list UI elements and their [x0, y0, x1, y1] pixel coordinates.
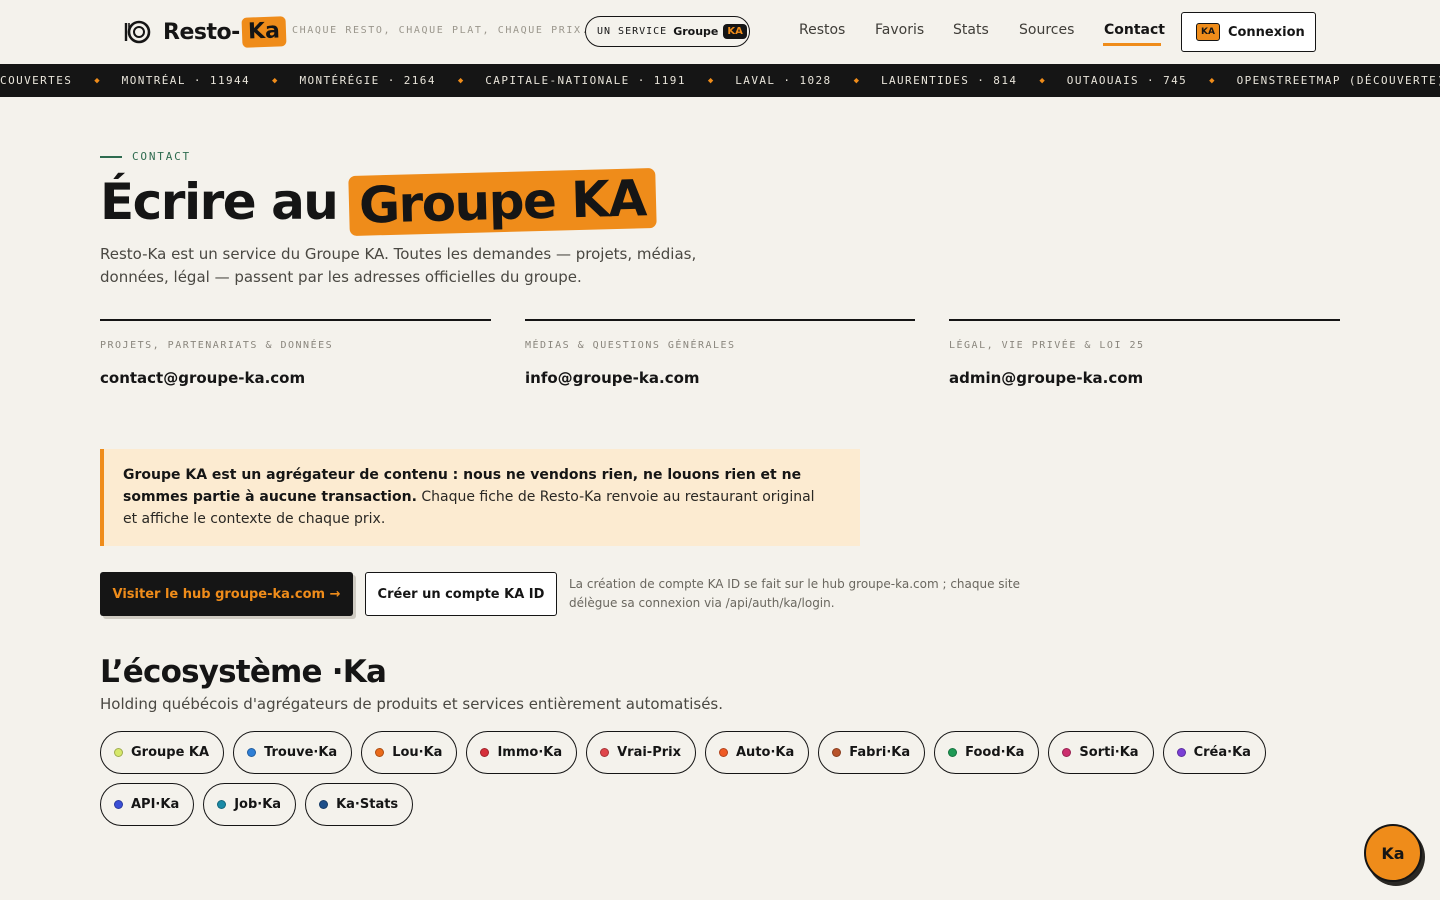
- chip-label: Auto·Ka: [736, 745, 795, 760]
- ecosystem-chip[interactable]: Ka·Stats: [305, 783, 414, 826]
- ecosystem-chip[interactable]: Trouve·Ka: [233, 731, 353, 774]
- service-pill[interactable]: UN SERVICE Groupe KA: [585, 16, 750, 47]
- diamond-icon: ◆: [853, 75, 859, 86]
- ticker-item: LAURENTIDES · 814: [880, 74, 1018, 87]
- status-dot-icon: [948, 748, 958, 757]
- chip-label: Groupe KA: [131, 745, 210, 760]
- email-label: MÉDIAS & QUESTIONS GÉNÉRALES: [525, 340, 736, 351]
- nav-active-indicator: [1103, 43, 1161, 46]
- site-logo[interactable]: Resto- Ka: [124, 16, 287, 48]
- ecosystem-chip[interactable]: Immo·Ka: [466, 731, 578, 774]
- intro-text: Resto-Ka est un service du Groupe KA. To…: [100, 245, 697, 286]
- email-card-projects: PROJETS, PARTENARIATS & DONNÉES contact@…: [100, 319, 491, 387]
- create-ka-id-button[interactable]: Créer un compte KA ID: [365, 572, 557, 616]
- email-card-media: MÉDIAS & QUESTIONS GÉNÉRALES info@groupe…: [525, 319, 915, 387]
- visit-hub-button[interactable]: Visiter le hub groupe-ka.com →: [100, 572, 353, 616]
- status-dot-icon: [1062, 748, 1072, 757]
- plate-icon: [124, 20, 151, 44]
- chip-label: Food·Ka: [965, 745, 1025, 760]
- chip-label: Fabri·Ka: [849, 745, 911, 760]
- ecosystem-chip[interactable]: Créa·Ka: [1162, 731, 1266, 774]
- chip-label: Créa·Ka: [1193, 745, 1251, 760]
- email-link[interactable]: admin@groupe-ka.com: [949, 369, 1340, 387]
- ecosystem-chips: Groupe KA Trouve·Ka Lou·Ka Immo·Ka Vrai-Prix…: [100, 731, 1280, 826]
- ecosystem-chip[interactable]: Sorti·Ka: [1048, 731, 1154, 774]
- login-badge: KA: [1196, 23, 1220, 41]
- diamond-icon: ◆: [457, 75, 464, 86]
- chip-label: Sorti·Ka: [1079, 745, 1139, 760]
- login-button[interactable]: KA Connexion: [1181, 12, 1316, 52]
- status-dot-icon: [1176, 748, 1186, 757]
- nav-sources[interactable]: Sources: [1019, 22, 1074, 38]
- ticker-item: MONTRÉAL · 11944: [121, 74, 251, 87]
- ecosystem-chip[interactable]: Job·Ka: [203, 783, 297, 826]
- ka-assistant-button[interactable]: Ka: [1364, 824, 1422, 882]
- logo-badge: Ka: [241, 16, 287, 48]
- title-plain: Écrire au: [100, 173, 339, 231]
- ecosystem-chip[interactable]: API·Ka: [100, 783, 195, 826]
- ticker-item: S COUVERTES: [0, 74, 73, 87]
- nav-contact[interactable]: Contact: [1104, 22, 1165, 38]
- ticker-item: CAPITALE-NATIONALE · 1191: [485, 74, 686, 87]
- diamond-icon: ◆: [707, 75, 714, 86]
- status-dot-icon: [217, 800, 227, 809]
- status-dot-icon: [375, 748, 385, 757]
- aggregator-notice: Groupe KA est un agrégateur de contenu :…: [100, 449, 860, 546]
- email-link[interactable]: contact@groupe-ka.com: [100, 369, 491, 387]
- tagline: CHAQUE RESTO, CHAQUE PLAT, CHAQUE PRIX.: [292, 25, 590, 36]
- status-dot-icon: [247, 748, 257, 757]
- chip-label: API·Ka: [131, 797, 180, 812]
- ticker-item: MONTÉRÉGIE · 2164: [299, 74, 436, 87]
- ecosystem-chip[interactable]: Food·Ka: [934, 731, 1040, 774]
- diamond-icon: ◆: [1209, 75, 1215, 86]
- nav-favoris[interactable]: Favoris: [875, 22, 924, 38]
- ecosystem-subtitle: Holding québécois d'agrégateurs de produ…: [100, 695, 724, 713]
- status-dot-icon: [719, 748, 728, 757]
- diamond-icon: ◆: [94, 75, 100, 86]
- service-pill-prefix: UN SERVICE: [597, 26, 668, 37]
- status-dot-icon: [114, 800, 123, 809]
- ecosystem-chip[interactable]: Lou·Ka: [361, 731, 458, 774]
- region-ticker: S COUVERTES ◆ MONTRÉAL · 11944 ◆ MONTÉRÉ…: [0, 64, 1440, 97]
- status-dot-icon: [832, 748, 842, 757]
- status-dot-icon: [114, 748, 123, 757]
- email-label: LÉGAL, VIE PRIVÉE & LOI 25: [949, 340, 1145, 351]
- section-eyebrow: CONTACT: [100, 150, 191, 163]
- title-highlight: Groupe KA: [348, 167, 657, 237]
- email-card-legal: LÉGAL, VIE PRIVÉE & LOI 25 admin@groupe-…: [949, 319, 1340, 387]
- chip-label: Immo·Ka: [497, 745, 563, 760]
- logo-text: Resto-: [163, 19, 240, 45]
- ticker-track: S COUVERTES ◆ MONTRÉAL · 11944 ◆ MONTÉRÉ…: [0, 64, 1440, 97]
- chip-label: Trouve·Ka: [264, 745, 338, 760]
- ticker-item: OUTAOUAIS · 745: [1066, 74, 1188, 87]
- ecosystem-title: L’écosystème ·Ka: [100, 654, 387, 690]
- service-pill-badge: KA: [723, 24, 747, 39]
- nav-stats[interactable]: Stats: [953, 22, 989, 38]
- eyebrow-line: [100, 155, 122, 158]
- ecosystem-chip[interactable]: Auto·Ka: [705, 731, 810, 774]
- chip-label: Lou·Ka: [392, 745, 443, 760]
- service-pill-group: Groupe: [673, 25, 719, 38]
- ecosystem-chip[interactable]: Fabri·Ka: [818, 731, 926, 774]
- ticker-item: OPENSTREETMAP (DÉCOUVERTE) · 12: [1236, 74, 1440, 87]
- account-note: La création de compte KA ID se fait sur …: [569, 577, 1020, 610]
- ticker-item: LAVAL · 1028: [735, 74, 832, 87]
- chip-label: Vrai-Prix: [617, 745, 681, 760]
- login-label: Connexion: [1227, 24, 1305, 40]
- eyebrow-text: CONTACT: [132, 150, 191, 163]
- ecosystem-chip[interactable]: Vrai-Prix: [586, 731, 696, 774]
- nav-restos[interactable]: Restos: [799, 22, 845, 38]
- site-header: Resto- Ka CHAQUE RESTO, CHAQUE PLAT, CHA…: [0, 0, 1440, 64]
- chip-label: Ka·Stats: [336, 797, 399, 812]
- diamond-icon: ◆: [1039, 75, 1045, 86]
- page-title: Écrire au Groupe KA: [100, 167, 657, 237]
- status-dot-icon: [319, 800, 329, 809]
- email-label: PROJETS, PARTENARIATS & DONNÉES: [100, 340, 334, 351]
- diamond-icon: ◆: [272, 75, 278, 86]
- chip-label: Job·Ka: [234, 797, 282, 812]
- status-dot-icon: [480, 748, 490, 757]
- status-dot-icon: [600, 748, 610, 757]
- email-link[interactable]: info@groupe-ka.com: [525, 369, 915, 387]
- ecosystem-chip[interactable]: Groupe KA: [100, 731, 225, 774]
